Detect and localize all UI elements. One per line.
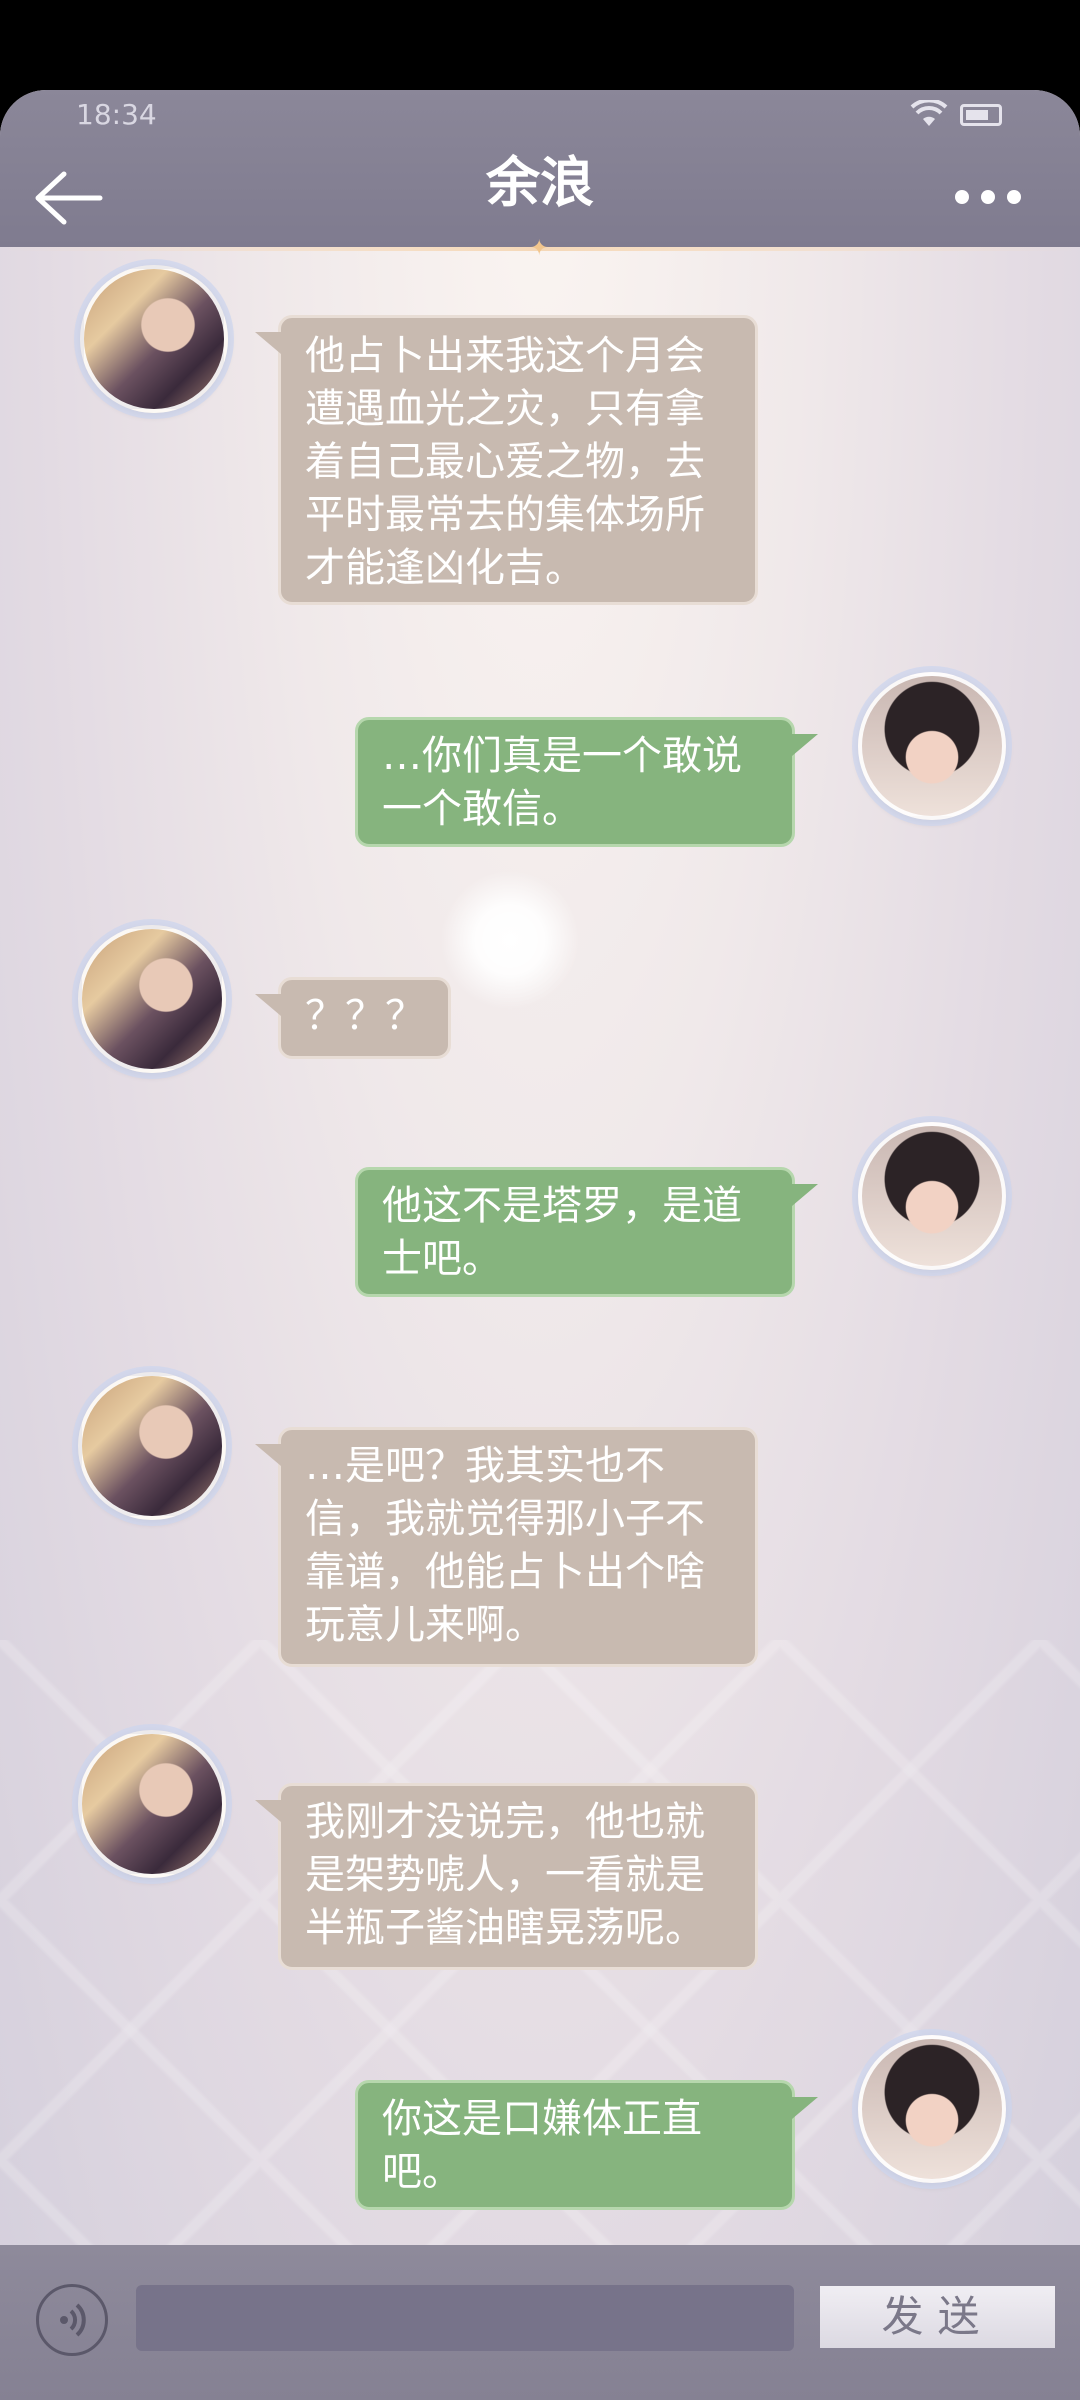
avatar-yulang[interactable] bbox=[78, 1730, 226, 1878]
message-text: 你这是口嫌体正直吧。 bbox=[382, 2096, 702, 2195]
message-text: …你们真是一个敢说一个敢信。 bbox=[382, 733, 742, 832]
more-dots-icon[interactable] bbox=[955, 190, 1025, 210]
battery-icon bbox=[960, 104, 1002, 126]
light-glow bbox=[440, 870, 580, 1010]
chat-screen: 18:34 余浪 ✦ 他占卜出来我这个月会遭遇血光之灾，只有拿着自己最心爱之物，… bbox=[0, 90, 1080, 2400]
avatar-player[interactable] bbox=[858, 672, 1006, 820]
message-input[interactable] bbox=[136, 2285, 794, 2351]
message-text: 他这不是塔罗，是道士吧。 bbox=[382, 1183, 742, 1282]
message-text: ？？？ bbox=[305, 993, 425, 1039]
message-bubble-left: ？？？ bbox=[255, 977, 451, 1059]
voice-icon[interactable] bbox=[36, 2284, 108, 2356]
avatar-player[interactable] bbox=[858, 1122, 1006, 1270]
message-text: …是吧？我其实也不信，我就觉得那小子不靠谱，他能占卜出个啥玩意儿来啊。 bbox=[305, 1443, 705, 1648]
message-bubble-left: 我刚才没说完，他也就是架势唬人，一看就是半瓶子酱油瞎晃荡呢。 bbox=[255, 1783, 758, 1970]
star-ornament-icon: ✦ bbox=[530, 236, 549, 261]
message-bubble-left: 他占卜出来我这个月会遭遇血光之灾，只有拿着自己最心爱之物，去平时最常去的集体场所… bbox=[255, 315, 758, 605]
avatar-yulang[interactable] bbox=[80, 265, 228, 413]
avatar-yulang[interactable] bbox=[78, 1372, 226, 1520]
header-bar: 18:34 余浪 bbox=[0, 90, 1080, 247]
message-bubble-right: 他这不是塔罗，是道士吧。 bbox=[355, 1167, 818, 1297]
message-bubble-left: …是吧？我其实也不信，我就觉得那小子不靠谱，他能占卜出个啥玩意儿来啊。 bbox=[255, 1427, 758, 1667]
message-bubble-right: …你们真是一个敢说一个敢信。 bbox=[355, 717, 818, 847]
message-text: 我刚才没说完，他也就是架势唬人，一看就是半瓶子酱油瞎晃荡呢。 bbox=[305, 1799, 705, 1951]
status-time: 18:34 bbox=[76, 98, 157, 131]
message-text: 他占卜出来我这个月会遭遇血光之灾，只有拿着自己最心爱之物，去平时最常去的集体场所… bbox=[305, 333, 705, 591]
wifi-icon bbox=[910, 100, 948, 126]
avatar-yulang[interactable] bbox=[78, 925, 226, 1073]
message-bubble-right: 你这是口嫌体正直吧。 bbox=[355, 2080, 818, 2210]
avatar-player[interactable] bbox=[858, 2035, 1006, 2183]
send-button[interactable]: 发送 bbox=[820, 2286, 1055, 2348]
chat-title: 余浪 bbox=[486, 150, 594, 214]
